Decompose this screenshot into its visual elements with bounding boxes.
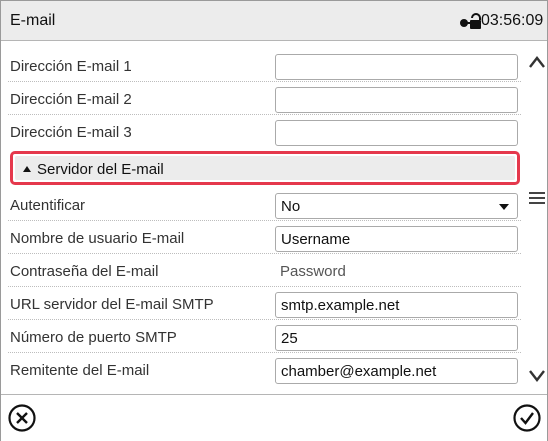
authenticate-row: Autentificar No: [1, 188, 521, 221]
email-address-1-row: Dirección E-mail 1: [1, 49, 521, 82]
sender-field[interactable]: chamber@example.net: [275, 358, 518, 384]
section-label: Servidor del E-mail: [37, 161, 164, 178]
row-label: Dirección E-mail 3: [10, 124, 132, 141]
row-label: Nombre de usuario E-mail: [10, 230, 185, 247]
row-label: URL servidor del E-mail SMTP: [10, 296, 214, 313]
server-settings-list: Autentificar No Nombre de usuario E-mail…: [1, 188, 521, 386]
smtp-port-field[interactable]: 25: [275, 325, 518, 351]
section-background: Servidor del E-mail: [15, 156, 515, 180]
collapse-triangle-icon: [23, 166, 31, 172]
settings-list: Dirección E-mail 1 Dirección E-mail 2 Di…: [1, 49, 521, 148]
padlock-key-icon: [460, 13, 481, 29]
email-server-section-header[interactable]: Servidor del E-mail: [10, 151, 520, 185]
email-address-3-row: Dirección E-mail 3: [1, 115, 521, 148]
row-label: Dirección E-mail 2: [10, 91, 132, 108]
chevron-down-icon[interactable]: [528, 369, 546, 383]
sender-row: Remitente del E-mail chamber@example.net: [1, 353, 521, 386]
row-label: Contraseña del E-mail: [10, 263, 159, 280]
row-label: Autentificar: [10, 197, 86, 214]
row-label: Número de puerto SMTP: [10, 329, 177, 346]
select-value: No: [281, 198, 301, 215]
authenticate-select[interactable]: No: [275, 193, 518, 219]
email-settings-window: E-mail 03:56:09 Dirección E-mail 1 Direc…: [0, 0, 548, 441]
smtp-url-field[interactable]: smtp.example.net: [275, 292, 518, 318]
email-address-1-field[interactable]: [275, 54, 518, 80]
dropdown-arrow-icon: [499, 204, 509, 210]
title-bar: E-mail 03:56:09: [1, 1, 547, 41]
smtp-url-row: URL servidor del E-mail SMTP smtp.exampl…: [1, 287, 521, 320]
circle-x-icon[interactable]: [7, 403, 37, 433]
chevron-up-icon[interactable]: [528, 55, 546, 69]
smtp-port-row: Número de puerto SMTP 25: [1, 320, 521, 353]
email-address-2-row: Dirección E-mail 2: [1, 82, 521, 115]
password-field[interactable]: Password: [280, 263, 346, 280]
email-address-2-field[interactable]: [275, 87, 518, 113]
row-label: Dirección E-mail 1: [10, 58, 132, 75]
username-field[interactable]: Username: [275, 226, 518, 252]
page-title: E-mail: [10, 12, 56, 29]
email-address-3-field[interactable]: [275, 120, 518, 146]
circle-check-icon[interactable]: [512, 403, 542, 433]
clock: 03:56:09: [481, 12, 544, 29]
row-label: Remitente del E-mail: [10, 362, 150, 379]
username-row: Nombre de usuario E-mail Username: [1, 221, 521, 254]
bottom-action-bar: [1, 394, 547, 441]
hamburger-menu-icon[interactable]: [529, 192, 545, 204]
password-row: Contraseña del E-mail Password: [1, 254, 521, 287]
